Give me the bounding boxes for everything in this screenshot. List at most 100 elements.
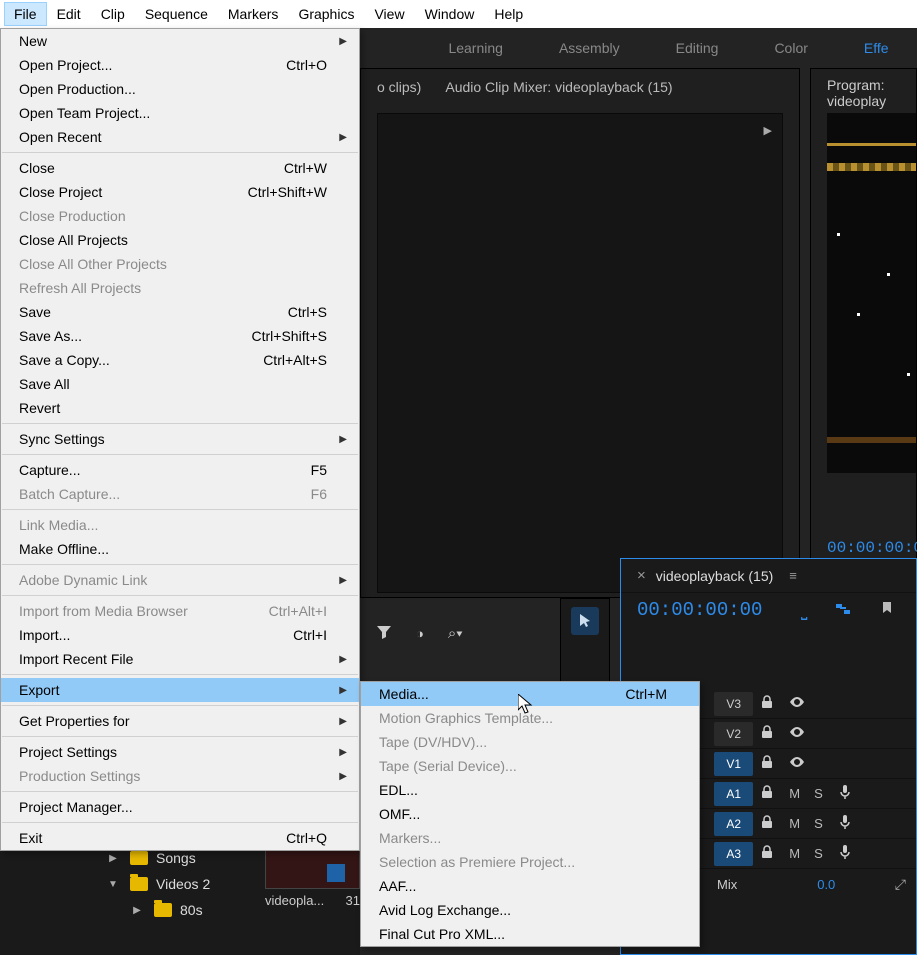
timeline-timecode[interactable]: 00:00:00:00 xyxy=(637,599,762,621)
mix-label: Mix xyxy=(717,877,737,892)
lock-icon[interactable] xyxy=(759,814,775,833)
toggle-output-icon[interactable] xyxy=(759,724,775,743)
menuitem-import[interactable]: Import...Ctrl+I xyxy=(1,623,359,647)
clip-name: videopla... xyxy=(265,893,324,908)
menuitem-exit[interactable]: ExitCtrl+Q xyxy=(1,826,359,850)
find-icon[interactable]: ◑ xyxy=(416,626,424,641)
toggle-visibility-icon[interactable] xyxy=(789,694,805,713)
menuitem-save-as[interactable]: Save As...Ctrl+Shift+S xyxy=(1,324,359,348)
menuitem-final-cut-pro-xml[interactable]: Final Cut Pro XML... xyxy=(361,922,699,946)
menu-clip[interactable]: Clip xyxy=(91,2,135,26)
linked-selection-icon[interactable] xyxy=(835,601,851,622)
menuitem-project-manager[interactable]: Project Manager... xyxy=(1,795,359,819)
workspace-editing[interactable]: Editing xyxy=(668,32,727,64)
lock-icon[interactable] xyxy=(759,784,775,803)
marker-icon[interactable] xyxy=(879,601,895,622)
menuitem-edl[interactable]: EDL... xyxy=(361,778,699,802)
menuitem-tape-serial-device: Tape (Serial Device)... xyxy=(361,754,699,778)
menuitem-import-recent-file[interactable]: Import Recent File▶ xyxy=(1,647,359,671)
toggle-output-icon[interactable] xyxy=(759,694,775,713)
track-target[interactable]: A3 xyxy=(714,842,753,866)
menu-sequence[interactable]: Sequence xyxy=(135,2,218,26)
solo-button[interactable]: S xyxy=(814,786,823,801)
menu-markers[interactable]: Markers xyxy=(218,2,289,26)
menu-view[interactable]: View xyxy=(364,2,414,26)
menuitem-omf[interactable]: OMF... xyxy=(361,802,699,826)
folder-icon xyxy=(130,851,148,865)
menubar: FileEditClipSequenceMarkersGraphicsViewW… xyxy=(0,0,917,28)
menuitem-close-project[interactable]: Close ProjectCtrl+Shift+W xyxy=(1,180,359,204)
program-viewer[interactable] xyxy=(827,113,916,473)
menu-help[interactable]: Help xyxy=(484,2,533,26)
menu-file[interactable]: File xyxy=(4,2,47,26)
mute-button[interactable]: M xyxy=(789,846,800,861)
menuitem-production-settings: Production Settings▶ xyxy=(1,764,359,788)
mute-button[interactable]: M xyxy=(789,816,800,831)
menuitem-aaf[interactable]: AAF... xyxy=(361,874,699,898)
snap-icon[interactable]: ⎵ xyxy=(801,603,807,621)
menuitem-make-offline[interactable]: Make Offline... xyxy=(1,537,359,561)
disclosure-icon[interactable]: ▶ xyxy=(104,853,122,864)
menuitem-open-team-project[interactable]: Open Team Project... xyxy=(1,101,359,125)
lock-icon[interactable] xyxy=(759,844,775,863)
menuitem-open-recent[interactable]: Open Recent▶ xyxy=(1,125,359,149)
program-tab[interactable]: Program: videoplay xyxy=(811,69,916,105)
voiceover-icon[interactable] xyxy=(837,814,853,833)
selection-tool[interactable] xyxy=(571,607,599,635)
disclosure-icon[interactable]: ▼ xyxy=(104,879,122,890)
menuitem-import-from-media-browser: Import from Media BrowserCtrl+Alt+I xyxy=(1,599,359,623)
menuitem-get-properties-for[interactable]: Get Properties for▶ xyxy=(1,709,359,733)
menuitem-save[interactable]: SaveCtrl+S xyxy=(1,300,359,324)
menuitem-new[interactable]: New▶ xyxy=(1,29,359,53)
menu-graphics[interactable]: Graphics xyxy=(288,2,364,26)
workspace-color[interactable]: Color xyxy=(766,32,815,64)
menuitem-project-settings[interactable]: Project Settings▶ xyxy=(1,740,359,764)
track-target[interactable]: V2 xyxy=(714,722,753,746)
menuitem-open-project[interactable]: Open Project...Ctrl+O xyxy=(1,53,359,77)
voiceover-icon[interactable] xyxy=(837,784,853,803)
source-panel: o clips) Audio Clip Mixer: videoplayback… xyxy=(360,68,800,598)
source-tab-audiomixer[interactable]: Audio Clip Mixer: videoplayback (15) xyxy=(445,79,672,95)
voiceover-icon[interactable] xyxy=(837,844,853,863)
program-timecode: 00:00:00:00 xyxy=(827,539,917,557)
menuitem-export[interactable]: Export▶ xyxy=(1,678,359,702)
menuitem-save-all[interactable]: Save All xyxy=(1,372,359,396)
workspace-assembly[interactable]: Assembly xyxy=(551,32,628,64)
source-tab-noclips[interactable]: o clips) xyxy=(377,79,421,95)
panel-menu-icon[interactable]: ≡ xyxy=(789,568,797,583)
menuitem-close-all-projects[interactable]: Close All Projects xyxy=(1,228,359,252)
workspace-effe[interactable]: Effe xyxy=(856,32,897,64)
menu-edit[interactable]: Edit xyxy=(47,2,91,26)
toggle-visibility-icon[interactable] xyxy=(789,754,805,773)
menuitem-sync-settings[interactable]: Sync Settings▶ xyxy=(1,427,359,451)
track-target[interactable]: V3 xyxy=(714,692,753,716)
toggle-visibility-icon[interactable] xyxy=(789,724,805,743)
mute-button[interactable]: M xyxy=(789,786,800,801)
menuitem-close[interactable]: CloseCtrl+W xyxy=(1,156,359,180)
menuitem-selection-as-premiere-project: Selection as Premiere Project... xyxy=(361,850,699,874)
menuitem-capture[interactable]: Capture...F5 xyxy=(1,458,359,482)
menuitem-save-a-copy[interactable]: Save a Copy...Ctrl+Alt+S xyxy=(1,348,359,372)
toggle-output-icon[interactable] xyxy=(759,754,775,773)
search-input[interactable]: ⌕▾ xyxy=(448,625,463,642)
menu-window[interactable]: Window xyxy=(415,2,485,26)
workspace-learning[interactable]: Learning xyxy=(440,32,511,64)
sequence-tab[interactable]: videoplayback (15) xyxy=(656,568,774,584)
track-target[interactable]: A1 xyxy=(714,782,753,806)
menuitem-close-all-other-projects: Close All Other Projects xyxy=(1,252,359,276)
menuitem-revert[interactable]: Revert xyxy=(1,396,359,420)
menuitem-close-production: Close Production xyxy=(1,204,359,228)
track-target[interactable]: V1 xyxy=(714,752,753,776)
disclosure-icon[interactable]: ▶ xyxy=(128,905,146,916)
close-icon[interactable]: × xyxy=(637,567,646,584)
solo-button[interactable]: S xyxy=(814,816,823,831)
solo-button[interactable]: S xyxy=(814,846,823,861)
menuitem-markers: Markers... xyxy=(361,826,699,850)
filter-icon[interactable] xyxy=(376,624,392,643)
mix-value[interactable]: 0.0 xyxy=(817,877,835,892)
track-target[interactable]: A2 xyxy=(714,812,753,836)
source-viewer[interactable]: ▶ xyxy=(377,113,783,593)
menuitem-open-production[interactable]: Open Production... xyxy=(1,77,359,101)
menuitem-avid-log-exchange[interactable]: Avid Log Exchange... xyxy=(361,898,699,922)
expand-icon[interactable]: ⤢ xyxy=(895,876,906,893)
